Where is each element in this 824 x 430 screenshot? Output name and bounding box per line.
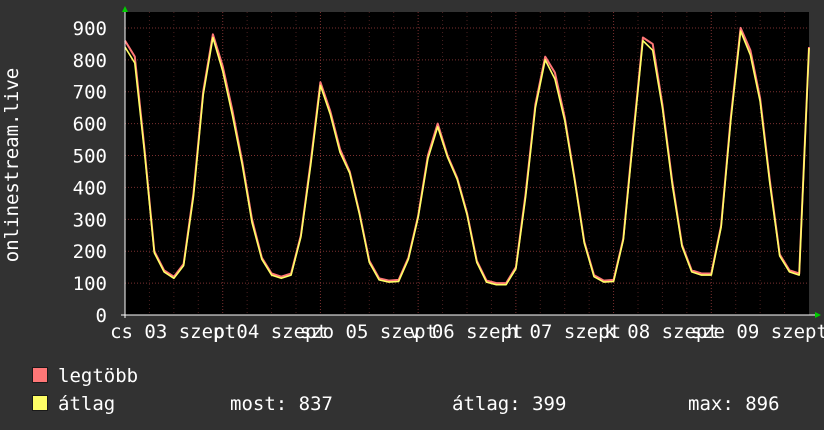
legend-label: átlag xyxy=(58,393,116,415)
x-axis-arrow xyxy=(815,312,821,318)
y-tick-labels: 0 100 200 300 400 500 600 700 800 900 xyxy=(73,18,107,327)
legend-item-atlag: átlag most: 837 átlag: 399 max: 896 xyxy=(32,390,812,418)
y-tick-label: 500 xyxy=(73,146,107,168)
y-tick-label: 700 xyxy=(73,82,107,104)
y-tick-label: 0 xyxy=(96,305,107,327)
legend-label: legtöbb xyxy=(58,365,139,387)
y-tick-label: 900 xyxy=(73,18,107,40)
y-tick-label: 400 xyxy=(73,177,107,199)
y-tick-label: 200 xyxy=(73,241,107,263)
stat-average: átlag: 399 xyxy=(452,393,567,415)
x-tick-labels: cs 03 szeptp 04 szeptszo 05 szeptv 06 sz… xyxy=(110,321,824,343)
stat-current: most: 837 xyxy=(230,393,333,415)
plot-area xyxy=(125,12,809,315)
y-tick-label: 300 xyxy=(73,209,107,231)
x-tick-label: sze 09 szept xyxy=(691,321,824,343)
legend-swatch-atlag xyxy=(32,395,48,411)
y-tick-label: 800 xyxy=(73,50,107,72)
y-tick-label: 100 xyxy=(73,273,107,295)
legend: legtöbb átlag most: 837 átlag: 399 max: … xyxy=(32,362,812,418)
legend-item-legtobb: legtöbb xyxy=(32,362,812,390)
y-axis-label: onlinestream.live xyxy=(1,68,23,262)
y-tick-label: 600 xyxy=(73,114,107,136)
stat-max: max: 896 xyxy=(688,393,780,415)
y-axis-arrow xyxy=(122,6,128,12)
legend-swatch-legtobb xyxy=(32,367,48,383)
